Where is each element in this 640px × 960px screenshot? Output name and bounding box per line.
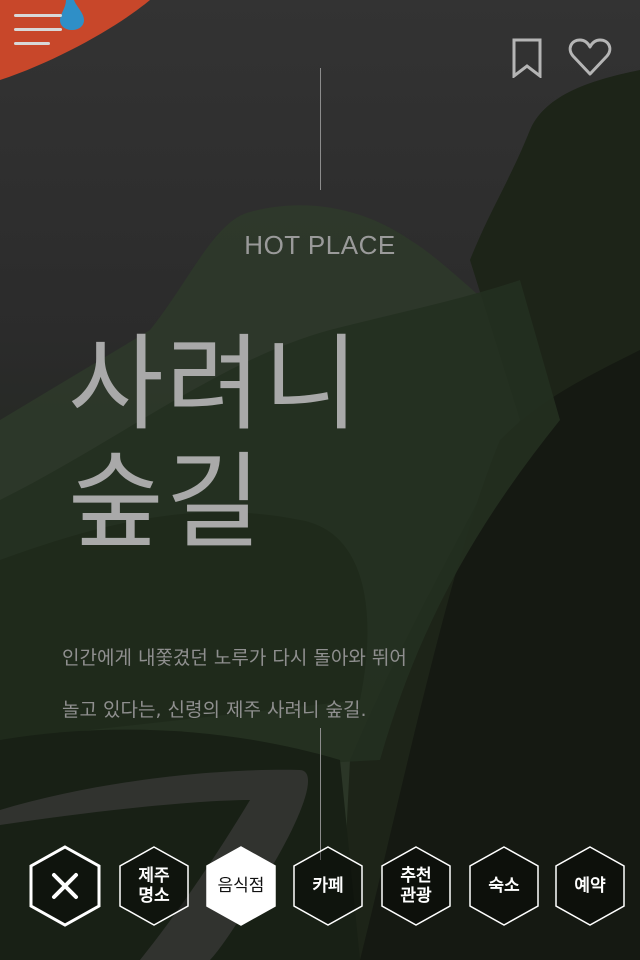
nav-item-label-line1: 예약 xyxy=(574,876,606,896)
close-button[interactable] xyxy=(29,845,101,927)
nav-item-restaurants[interactable]: 음식점 xyxy=(205,845,277,927)
description-line-2: 놀고 있다는, 신령의 제주 사려니 숲길. xyxy=(62,699,367,721)
nav-item-accommodation[interactable]: 숙소 xyxy=(468,845,540,927)
bookmark-icon[interactable] xyxy=(506,38,550,80)
heart-icon[interactable] xyxy=(568,38,612,78)
nav-item-jeju-attractions[interactable]: 제주 명소 xyxy=(118,845,190,927)
nav-item-label-line2: 명소 xyxy=(138,886,170,906)
nav-item-label-line2: 관광 xyxy=(400,886,432,906)
divider-line-top xyxy=(320,68,321,190)
nav-item-label-line1: 숙소 xyxy=(488,876,520,896)
divider-line-bottom xyxy=(320,728,321,860)
nav-item-recommended-tours[interactable]: 추천 관광 xyxy=(380,845,452,927)
description-line-1: 인간에게 내쫓겼던 노루가 다시 돌아와 뛰어 xyxy=(62,647,407,669)
nav-item-label-line1: 음식점 xyxy=(217,876,265,896)
nav-item-label-line1: 카페 xyxy=(312,876,344,896)
section-kicker: HOT PLACE xyxy=(244,230,396,260)
title-line-1: 사려니 xyxy=(68,323,362,445)
nav-item-label-line1: 제주 xyxy=(138,866,170,886)
hamburger-menu-icon[interactable] xyxy=(14,12,64,48)
nav-item-cafe[interactable]: 카페 xyxy=(292,845,364,927)
nav-item-label-line1: 추천 xyxy=(400,866,432,886)
place-description: 인간에게 내쫓겼던 노루가 다시 돌아와 뛰어 놀고 있다는, 신령의 제주 사… xyxy=(62,632,502,736)
title-line-2: 숲길 xyxy=(68,441,264,563)
category-nav: 제주 명소 음식점 카페 추천 관광 숙소 예약 xyxy=(0,845,640,929)
place-title: 사려니 숲길 xyxy=(68,325,361,561)
nav-item-reservation[interactable]: 예약 xyxy=(554,845,626,927)
